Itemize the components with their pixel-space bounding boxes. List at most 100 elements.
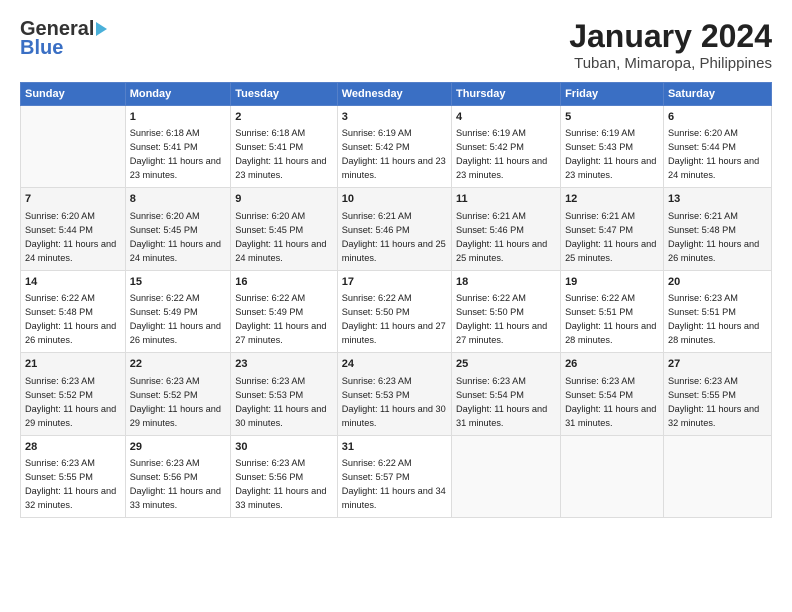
- cell-info: Sunrise: 6:23 AMSunset: 5:54 PMDaylight:…: [565, 376, 656, 428]
- day-number: 26: [565, 357, 659, 372]
- day-cell: 28 Sunrise: 6:23 AMSunset: 5:55 PMDayligh…: [21, 435, 126, 517]
- day-cell: 11 Sunrise: 6:21 AMSunset: 5:46 PMDayligh…: [451, 188, 560, 270]
- cell-info: Sunrise: 6:22 AMSunset: 5:48 PMDaylight:…: [25, 293, 116, 345]
- day-cell: 26 Sunrise: 6:23 AMSunset: 5:54 PMDayligh…: [561, 353, 664, 435]
- day-cell: 15 Sunrise: 6:22 AMSunset: 5:49 PMDayligh…: [125, 270, 231, 352]
- day-cell: 24 Sunrise: 6:23 AMSunset: 5:53 PMDayligh…: [337, 353, 451, 435]
- day-number: 28: [25, 440, 121, 455]
- day-cell: 4 Sunrise: 6:19 AMSunset: 5:42 PMDaylight…: [451, 106, 560, 188]
- cell-info: Sunrise: 6:20 AMSunset: 5:45 PMDaylight:…: [130, 211, 221, 263]
- day-number: 1: [130, 110, 227, 125]
- cell-info: Sunrise: 6:23 AMSunset: 5:55 PMDaylight:…: [668, 376, 759, 428]
- cell-info: Sunrise: 6:21 AMSunset: 5:48 PMDaylight:…: [668, 211, 759, 263]
- day-cell: 10 Sunrise: 6:21 AMSunset: 5:46 PMDayligh…: [337, 188, 451, 270]
- cell-info: Sunrise: 6:22 AMSunset: 5:57 PMDaylight:…: [342, 458, 446, 510]
- day-number: 19: [565, 275, 659, 290]
- day-cell: 23 Sunrise: 6:23 AMSunset: 5:53 PMDayligh…: [231, 353, 338, 435]
- day-cell: 1 Sunrise: 6:18 AMSunset: 5:41 PMDaylight…: [125, 106, 231, 188]
- day-cell: 12Sunrise: 6:21 AMSunset: 5:47 PMDayligh…: [561, 188, 664, 270]
- cell-info: Sunrise: 6:23 AMSunset: 5:51 PMDaylight:…: [668, 293, 759, 345]
- cell-info: Sunrise: 6:22 AMSunset: 5:49 PMDaylight:…: [130, 293, 221, 345]
- day-cell: 2 Sunrise: 6:18 AMSunset: 5:41 PMDaylight…: [231, 106, 338, 188]
- week-row-0: 1 Sunrise: 6:18 AMSunset: 5:41 PMDaylight…: [21, 106, 772, 188]
- day-cell: 22Sunrise: 6:23 AMSunset: 5:52 PMDayligh…: [125, 353, 231, 435]
- day-cell: [561, 435, 664, 517]
- cell-info: Sunrise: 6:18 AMSunset: 5:41 PMDaylight:…: [235, 128, 326, 180]
- day-number: 20: [668, 275, 767, 290]
- day-number: 10: [342, 192, 447, 207]
- day-number: 4: [456, 110, 556, 125]
- day-number: 29: [130, 440, 227, 455]
- cell-info: Sunrise: 6:23 AMSunset: 5:53 PMDaylight:…: [342, 376, 446, 428]
- day-cell: 25Sunrise: 6:23 AMSunset: 5:54 PMDayligh…: [451, 353, 560, 435]
- day-number: 13: [668, 192, 767, 207]
- cell-info: Sunrise: 6:22 AMSunset: 5:50 PMDaylight:…: [342, 293, 446, 345]
- cell-info: Sunrise: 6:23 AMSunset: 5:53 PMDaylight:…: [235, 376, 326, 428]
- day-cell: 9 Sunrise: 6:20 AMSunset: 5:45 PMDaylight…: [231, 188, 338, 270]
- col-tuesday: Tuesday: [231, 83, 338, 106]
- cell-info: Sunrise: 6:22 AMSunset: 5:50 PMDaylight:…: [456, 293, 547, 345]
- logo-blue: Blue: [20, 37, 63, 60]
- day-number: 25: [456, 357, 556, 372]
- day-cell: 19 Sunrise: 6:22 AMSunset: 5:51 PMDayligh…: [561, 270, 664, 352]
- page: General Blue January 2024 Tuban, Mimarop…: [0, 0, 792, 612]
- day-cell: 8 Sunrise: 6:20 AMSunset: 5:45 PMDaylight…: [125, 188, 231, 270]
- day-cell: 13 Sunrise: 6:21 AMSunset: 5:48 PMDayligh…: [663, 188, 771, 270]
- day-cell: 7Sunrise: 6:20 AMSunset: 5:44 PMDaylight…: [21, 188, 126, 270]
- day-number: 14: [25, 275, 121, 290]
- logo-arrow-icon: [96, 22, 107, 36]
- day-number: 15: [130, 275, 227, 290]
- col-sunday: Sunday: [21, 83, 126, 106]
- day-number: 31: [342, 440, 447, 455]
- day-cell: 14 Sunrise: 6:22 AMSunset: 5:48 PMDayligh…: [21, 270, 126, 352]
- day-number: 3: [342, 110, 447, 125]
- day-number: 8: [130, 192, 227, 207]
- day-number: 21: [25, 357, 121, 372]
- col-monday: Monday: [125, 83, 231, 106]
- week-row-2: 14 Sunrise: 6:22 AMSunset: 5:48 PMDayligh…: [21, 270, 772, 352]
- day-number: 22: [130, 357, 227, 372]
- cell-info: Sunrise: 6:18 AMSunset: 5:41 PMDaylight:…: [130, 128, 221, 180]
- calendar-title: January 2024: [569, 18, 772, 55]
- day-cell: 21 Sunrise: 6:23 AMSunset: 5:52 PMDayligh…: [21, 353, 126, 435]
- cell-info: Sunrise: 6:22 AMSunset: 5:51 PMDaylight:…: [565, 293, 656, 345]
- day-number: 23: [235, 357, 333, 372]
- cell-info: Sunrise: 6:22 AMSunset: 5:49 PMDaylight:…: [235, 293, 326, 345]
- day-cell: [663, 435, 771, 517]
- day-number: 11: [456, 192, 556, 207]
- header-row: Sunday Monday Tuesday Wednesday Thursday…: [21, 83, 772, 106]
- week-row-4: 28 Sunrise: 6:23 AMSunset: 5:55 PMDayligh…: [21, 435, 772, 517]
- cell-info: Sunrise: 6:20 AMSunset: 5:44 PMDaylight:…: [668, 128, 759, 180]
- cell-info: Sunrise: 6:19 AMSunset: 5:43 PMDaylight:…: [565, 128, 656, 180]
- day-number: 30: [235, 440, 333, 455]
- cell-info: Sunrise: 6:21 AMSunset: 5:46 PMDaylight:…: [342, 211, 446, 263]
- calendar-table: Sunday Monday Tuesday Wednesday Thursday…: [20, 82, 772, 518]
- day-cell: 17 Sunrise: 6:22 AMSunset: 5:50 PMDayligh…: [337, 270, 451, 352]
- col-thursday: Thursday: [451, 83, 560, 106]
- col-wednesday: Wednesday: [337, 83, 451, 106]
- day-cell: [21, 106, 126, 188]
- cell-info: Sunrise: 6:20 AMSunset: 5:44 PMDaylight:…: [25, 211, 116, 263]
- cell-info: Sunrise: 6:21 AMSunset: 5:46 PMDaylight:…: [456, 211, 547, 263]
- week-row-3: 21 Sunrise: 6:23 AMSunset: 5:52 PMDayligh…: [21, 353, 772, 435]
- cell-info: Sunrise: 6:23 AMSunset: 5:52 PMDaylight:…: [25, 376, 116, 428]
- day-number: 5: [565, 110, 659, 125]
- day-cell: 18Sunrise: 6:22 AMSunset: 5:50 PMDayligh…: [451, 270, 560, 352]
- col-saturday: Saturday: [663, 83, 771, 106]
- cell-info: Sunrise: 6:20 AMSunset: 5:45 PMDaylight:…: [235, 211, 326, 263]
- day-cell: 3Sunrise: 6:19 AMSunset: 5:42 PMDaylight…: [337, 106, 451, 188]
- day-number: 16: [235, 275, 333, 290]
- day-cell: 6 Sunrise: 6:20 AMSunset: 5:44 PMDaylight…: [663, 106, 771, 188]
- day-cell: 31 Sunrise: 6:22 AMSunset: 5:57 PMDayligh…: [337, 435, 451, 517]
- day-cell: 16 Sunrise: 6:22 AMSunset: 5:49 PMDayligh…: [231, 270, 338, 352]
- title-block: January 2024 Tuban, Mimaropa, Philippine…: [569, 18, 772, 72]
- day-number: 17: [342, 275, 447, 290]
- day-number: 9: [235, 192, 333, 207]
- day-number: 2: [235, 110, 333, 125]
- day-number: 6: [668, 110, 767, 125]
- day-number: 24: [342, 357, 447, 372]
- cell-info: Sunrise: 6:19 AMSunset: 5:42 PMDaylight:…: [456, 128, 547, 180]
- day-number: 12: [565, 192, 659, 207]
- day-cell: 5 Sunrise: 6:19 AMSunset: 5:43 PMDaylight…: [561, 106, 664, 188]
- cell-info: Sunrise: 6:23 AMSunset: 5:55 PMDaylight:…: [25, 458, 116, 510]
